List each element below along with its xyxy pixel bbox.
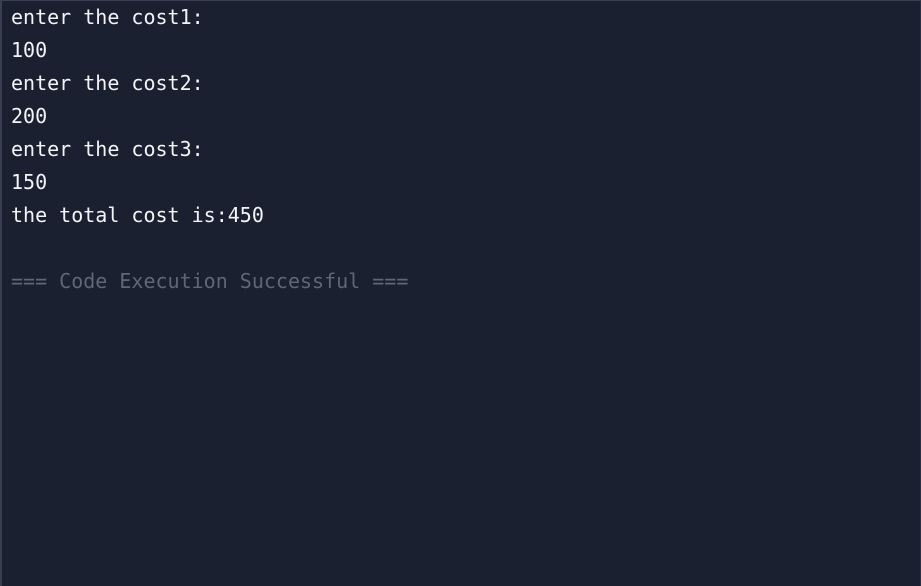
input-value-cost3: 150 — [11, 170, 48, 194]
prompt-line-cost3: enter the cost3: — [11, 137, 204, 161]
execution-status-message: === Code Execution Successful === — [11, 269, 409, 293]
input-value-cost1: 100 — [11, 38, 48, 62]
total-cost-result-line: the total cost is:450 — [11, 203, 264, 227]
prompt-line-cost2: enter the cost2: — [11, 71, 204, 95]
input-value-cost2: 200 — [11, 104, 48, 128]
console-output-lines: enter the cost1: 100 enter the cost2: 20… — [11, 1, 920, 298]
prompt-line-cost1: enter the cost1: — [11, 5, 204, 29]
console-output-panel: enter the cost1: 100 enter the cost2: 20… — [0, 0, 921, 586]
